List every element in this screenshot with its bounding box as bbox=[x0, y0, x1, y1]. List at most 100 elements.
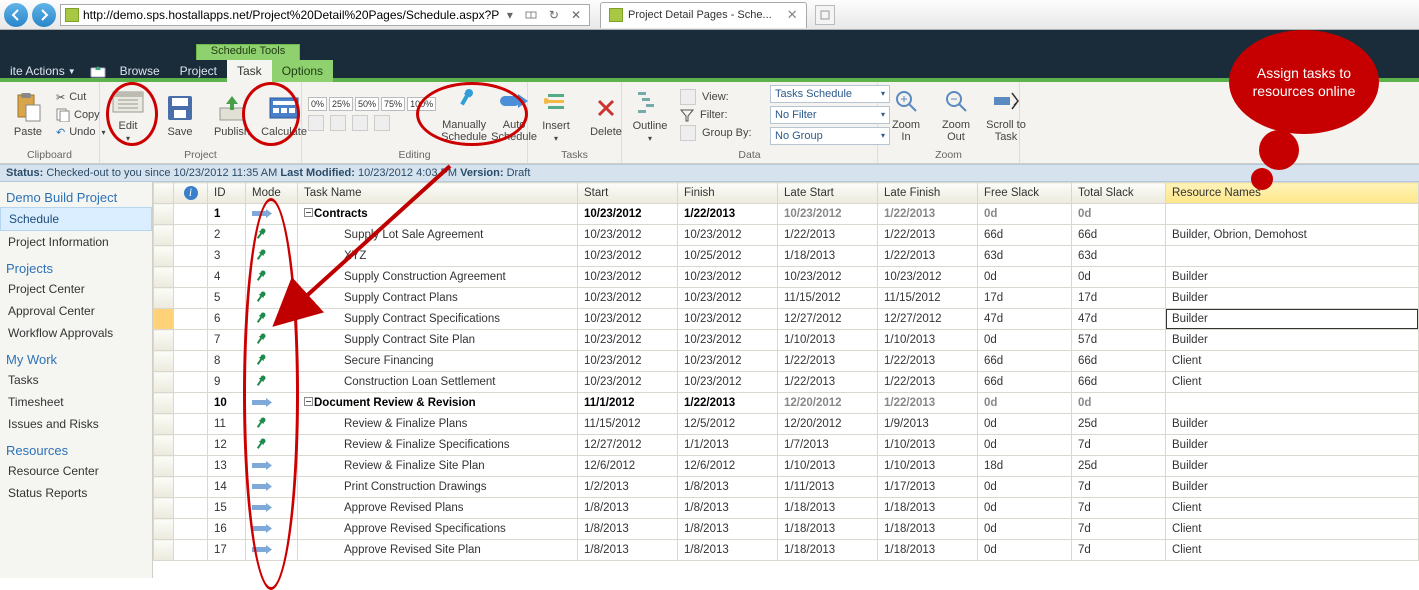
view-selector[interactable]: View: bbox=[680, 89, 762, 105]
outline-button[interactable]: Outline▾ bbox=[628, 84, 672, 145]
col-resourcenames[interactable]: Resource Names bbox=[1166, 183, 1419, 204]
cell-finish[interactable]: 10/23/2012 bbox=[678, 372, 778, 393]
percent-complete-buttons[interactable]: 0% 25% 50% 75% 100% bbox=[308, 97, 436, 111]
cell-mode[interactable] bbox=[246, 477, 298, 498]
group-dropdown[interactable]: No Group▾ bbox=[770, 127, 890, 145]
calculate-button[interactable]: Calculate bbox=[262, 90, 306, 140]
pct-50[interactable]: 50% bbox=[355, 97, 379, 111]
menu-project[interactable]: Project bbox=[170, 60, 227, 82]
cell-lf[interactable]: 1/22/2013 bbox=[878, 204, 978, 225]
cell-start[interactable]: 10/23/2012 bbox=[578, 267, 678, 288]
table-row[interactable]: 3XYZ10/23/201210/25/20121/18/20131/22/20… bbox=[154, 246, 1419, 267]
new-tab-button[interactable] bbox=[815, 5, 835, 25]
row-header[interactable] bbox=[154, 435, 174, 456]
col-latefinish[interactable]: Late Finish bbox=[878, 183, 978, 204]
cell-mode[interactable] bbox=[246, 330, 298, 351]
table-row[interactable]: 15Approve Revised Plans1/8/20131/8/20131… bbox=[154, 498, 1419, 519]
table-row[interactable]: 17Approve Revised Site Plan1/8/20131/8/2… bbox=[154, 540, 1419, 561]
sidebar-project-title[interactable]: Demo Build Project bbox=[0, 188, 152, 207]
cell-start[interactable]: 12/6/2012 bbox=[578, 456, 678, 477]
save-button[interactable]: Save bbox=[158, 90, 202, 140]
cell-ts[interactable]: 25d bbox=[1072, 456, 1166, 477]
cell-start[interactable]: 10/23/2012 bbox=[578, 246, 678, 267]
cell-resource[interactable]: Builder, Obrion, Demohost bbox=[1166, 225, 1419, 246]
pct-75[interactable]: 75% bbox=[381, 97, 405, 111]
cell-ls[interactable]: 12/20/2012 bbox=[778, 414, 878, 435]
cell-lf[interactable]: 12/27/2012 bbox=[878, 309, 978, 330]
row-header[interactable] bbox=[154, 288, 174, 309]
sidebar-item-schedule[interactable]: Schedule bbox=[0, 207, 152, 231]
sidebar-item-resource-center[interactable]: Resource Center bbox=[0, 460, 152, 482]
col-indicator[interactable]: i bbox=[174, 183, 208, 204]
cell-ls[interactable]: 10/23/2012 bbox=[778, 204, 878, 225]
cell-finish[interactable]: 1/8/2013 bbox=[678, 540, 778, 561]
cell-ls[interactable]: 1/10/2013 bbox=[778, 330, 878, 351]
cell-resource[interactable]: Builder bbox=[1166, 414, 1419, 435]
cell-taskname[interactable]: Supply Contract Plans bbox=[298, 288, 578, 309]
stop-icon[interactable]: ✕ bbox=[567, 8, 585, 22]
cell-ts[interactable]: 0d bbox=[1072, 393, 1166, 414]
scroll-to-task-button[interactable]: Scroll to Task bbox=[984, 83, 1028, 145]
paste-button[interactable]: Paste bbox=[6, 90, 50, 140]
cell-taskname[interactable]: Construction Loan Settlement bbox=[298, 372, 578, 393]
cell-finish[interactable]: 10/25/2012 bbox=[678, 246, 778, 267]
cell-start[interactable]: 10/23/2012 bbox=[578, 372, 678, 393]
cell-resource[interactable]: Client bbox=[1166, 498, 1419, 519]
cell-taskname[interactable]: XYZ bbox=[298, 246, 578, 267]
cell-taskname[interactable]: Approve Revised Plans bbox=[298, 498, 578, 519]
cell-ts[interactable]: 66d bbox=[1072, 225, 1166, 246]
cell-mode[interactable] bbox=[246, 204, 298, 225]
table-row[interactable]: 13Review & Finalize Site Plan12/6/201212… bbox=[154, 456, 1419, 477]
cell-lf[interactable]: 1/22/2013 bbox=[878, 351, 978, 372]
cell-taskname[interactable]: Supply Contract Specifications bbox=[298, 309, 578, 330]
row-header[interactable] bbox=[154, 372, 174, 393]
cell-fs[interactable]: 17d bbox=[978, 288, 1072, 309]
manually-schedule-button[interactable]: Manually Schedule bbox=[442, 83, 486, 145]
cell-mode[interactable] bbox=[246, 225, 298, 246]
menu-task[interactable]: Task bbox=[227, 60, 272, 82]
cell-start[interactable]: 1/8/2013 bbox=[578, 540, 678, 561]
table-row[interactable]: 8Secure Financing10/23/201210/23/20121/2… bbox=[154, 351, 1419, 372]
cell-taskname[interactable]: Secure Financing bbox=[298, 351, 578, 372]
address-bar[interactable]: ▾ ↻ ✕ bbox=[60, 4, 590, 26]
cell-resource[interactable] bbox=[1166, 204, 1419, 225]
cell-finish[interactable]: 1/22/2013 bbox=[678, 204, 778, 225]
sidebar-item-status-reports[interactable]: Status Reports bbox=[0, 482, 152, 504]
cell-resource[interactable]: Client bbox=[1166, 540, 1419, 561]
table-row[interactable]: 6Supply Contract Specifications10/23/201… bbox=[154, 309, 1419, 330]
refresh-icon[interactable]: ↻ bbox=[545, 8, 563, 22]
cell-finish[interactable]: 12/5/2012 bbox=[678, 414, 778, 435]
cell-lf[interactable]: 1/18/2013 bbox=[878, 498, 978, 519]
cell-fs[interactable]: 0d bbox=[978, 267, 1072, 288]
cell-lf[interactable]: 1/18/2013 bbox=[878, 540, 978, 561]
cell-fs[interactable]: 0d bbox=[978, 393, 1072, 414]
cell-mode[interactable] bbox=[246, 414, 298, 435]
cell-lf[interactable]: 1/22/2013 bbox=[878, 372, 978, 393]
cell-fs[interactable]: 0d bbox=[978, 435, 1072, 456]
cell-finish[interactable]: 1/8/2013 bbox=[678, 498, 778, 519]
cell-resource[interactable] bbox=[1166, 246, 1419, 267]
menu-site-actions[interactable]: ite Actions▼ bbox=[0, 60, 86, 82]
cell-finish[interactable]: 12/6/2012 bbox=[678, 456, 778, 477]
browser-tab[interactable]: Project Detail Pages - Sche... ✕ bbox=[600, 2, 807, 28]
sidebar-item-workflow[interactable]: Workflow Approvals bbox=[0, 322, 152, 344]
sidebar-heading-mywork[interactable]: My Work bbox=[0, 344, 152, 369]
cell-fs[interactable]: 0d bbox=[978, 498, 1072, 519]
row-header[interactable] bbox=[154, 519, 174, 540]
row-header[interactable] bbox=[154, 351, 174, 372]
table-row[interactable]: 7Supply Contract Site Plan10/23/201210/2… bbox=[154, 330, 1419, 351]
cell-lf[interactable]: 1/9/2013 bbox=[878, 414, 978, 435]
cell-mode[interactable] bbox=[246, 393, 298, 414]
unlink-icon[interactable] bbox=[374, 115, 390, 131]
cell-fs[interactable]: 18d bbox=[978, 456, 1072, 477]
url-input[interactable] bbox=[83, 8, 499, 22]
cell-ts[interactable]: 0d bbox=[1072, 204, 1166, 225]
row-header[interactable] bbox=[154, 309, 174, 330]
sidebar-item-issues[interactable]: Issues and Risks bbox=[0, 413, 152, 435]
cell-resource[interactable]: Builder bbox=[1166, 435, 1419, 456]
cell-resource[interactable]: Builder bbox=[1166, 288, 1419, 309]
cell-ls[interactable]: 1/11/2013 bbox=[778, 477, 878, 498]
link-icon[interactable] bbox=[352, 115, 368, 131]
cell-ls[interactable]: 12/20/2012 bbox=[778, 393, 878, 414]
collapse-icon[interactable] bbox=[304, 208, 314, 217]
